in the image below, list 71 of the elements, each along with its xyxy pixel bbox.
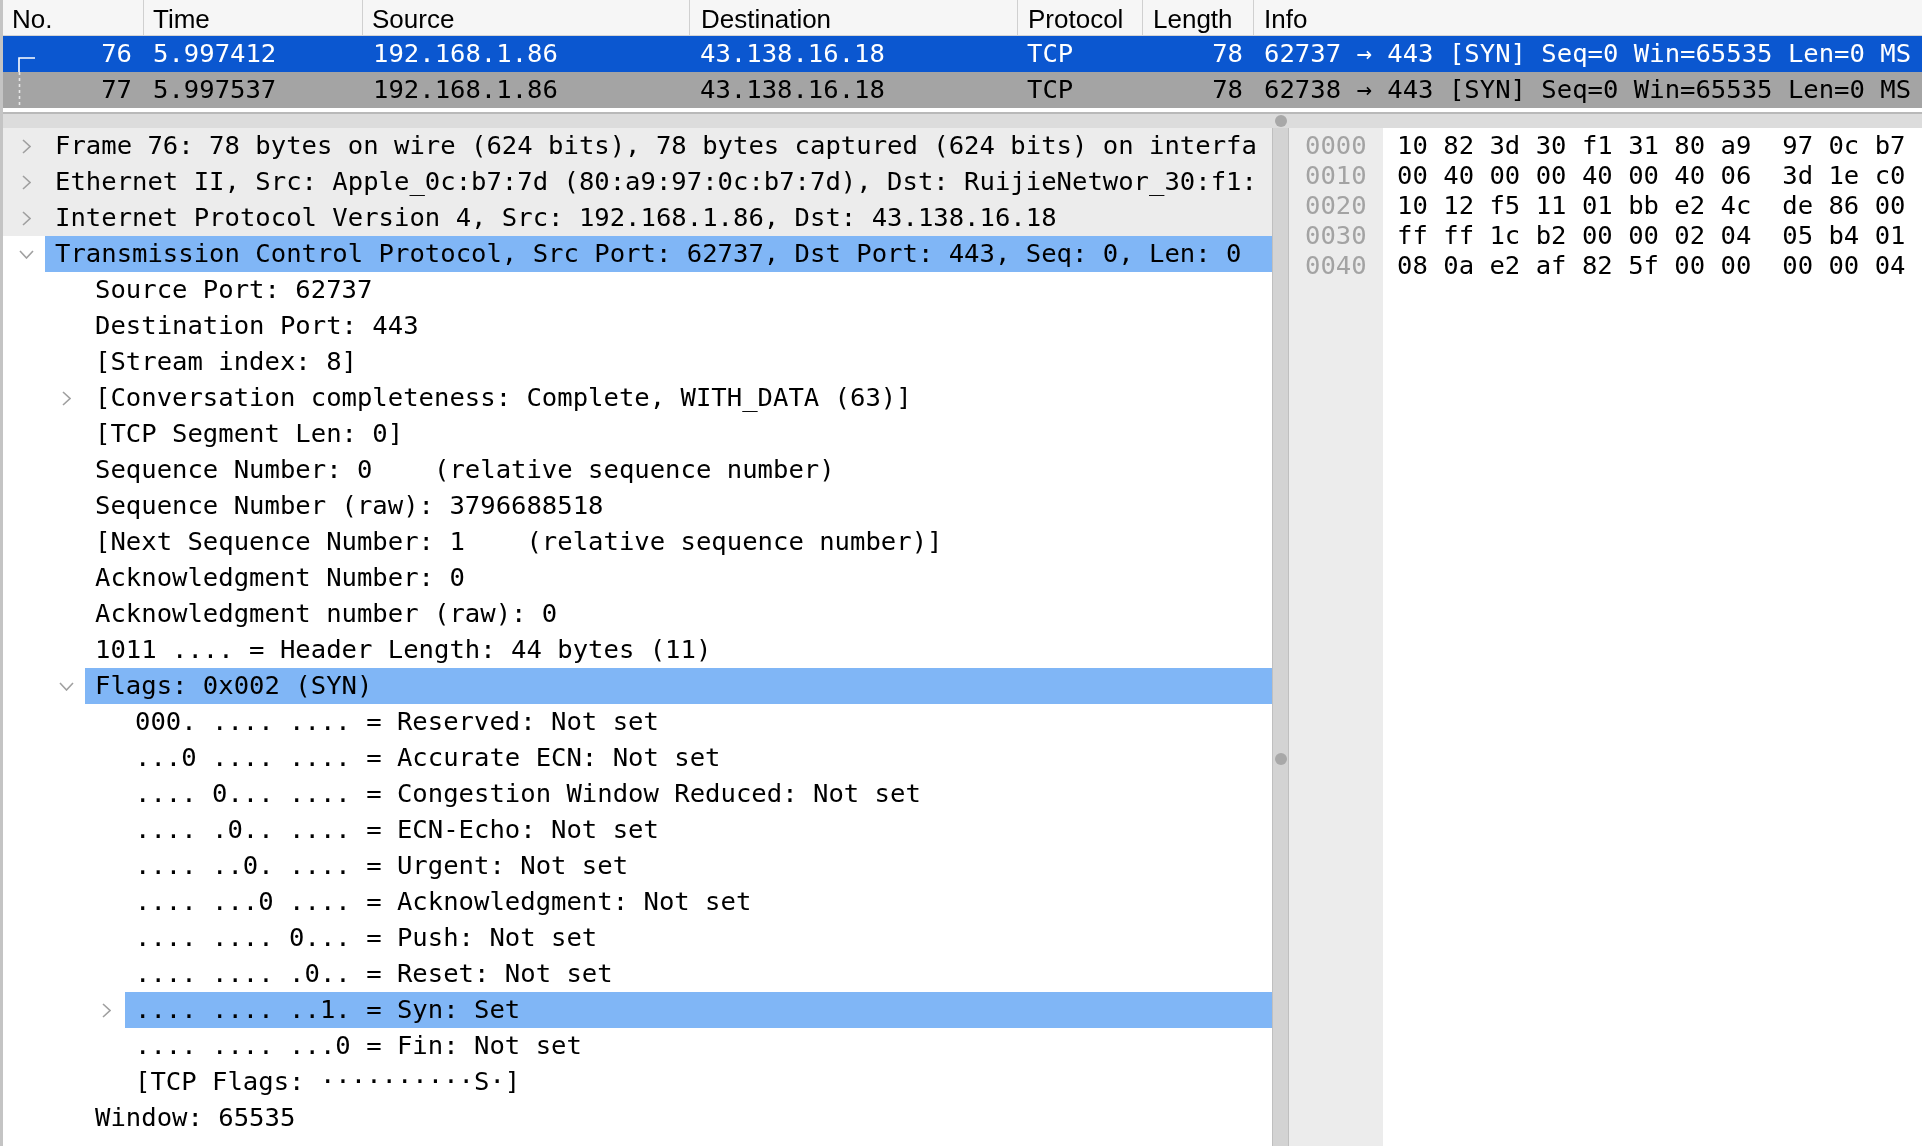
byte-offset: 0020 bbox=[1305, 193, 1367, 219]
chevron-right-icon[interactable] bbox=[61, 390, 71, 406]
table-cell: 78 bbox=[1212, 41, 1243, 67]
tree-item[interactable]: 1011 .... = Header Length: 44 bytes (11) bbox=[95, 632, 712, 668]
table-cell: 192.168.1.86 bbox=[373, 77, 558, 103]
byte-offset: 0010 bbox=[1305, 163, 1367, 189]
table-cell-text: 77 bbox=[101, 73, 132, 107]
column-header[interactable]: Source bbox=[362, 0, 689, 35]
tree-item[interactable]: Internet Protocol Version 4, Src: 192.168.1.86, Dst: 43.138.16.18 bbox=[55, 200, 1057, 236]
tree-item[interactable]: Sequence Number (raw): 3796688518 bbox=[95, 488, 604, 524]
table-cell: TCP bbox=[1027, 41, 1074, 67]
tree-item[interactable]: .... .0.. .... = ECN-Echo: Not set bbox=[135, 812, 659, 848]
table-cell: TCP bbox=[1027, 77, 1074, 103]
table-cell: 62738 → 443 [SYN] Seq=0 Win=65535 Len=0 MS bbox=[1264, 77, 1912, 103]
byte-offset: 0030 bbox=[1305, 223, 1367, 249]
chevron-down-icon[interactable] bbox=[18, 249, 34, 259]
tree-item[interactable]: Transmission Control Protocol, Src Port: 62737, Dst Port: 443, Seq: 0, Len: 0 bbox=[45, 236, 1272, 272]
packet-row[interactable]: 76 5.997412 192.168.1.86 43.138.16.18 TCP 78 62737 → 443 [SYN] Seq=0 Win=65535 Len=0 MS bbox=[3, 36, 1922, 72]
column-header[interactable]: Protocol bbox=[1017, 0, 1142, 35]
table-cell: 192.168.1.86 bbox=[373, 41, 558, 67]
pane-splitter[interactable] bbox=[1272, 128, 1289, 1146]
hex-bytes: 10 12 f5 11 01 bb e2 4c de 86 00 bbox=[1397, 193, 1906, 219]
table-cell: 5.997537 bbox=[153, 77, 277, 103]
tree-item[interactable]: .... .... ..1. = Syn: Set bbox=[125, 992, 1272, 1028]
dashed-line-icon bbox=[18, 72, 21, 108]
tree-item[interactable]: Acknowledgment number (raw): 0 bbox=[95, 596, 558, 632]
tree-item[interactable]: [TCP Flags: ··········S·] bbox=[135, 1064, 521, 1100]
chevron-right-icon[interactable] bbox=[21, 138, 31, 154]
tree-item[interactable]: ...0 .... .... = Accurate ECN: Not set bbox=[135, 740, 721, 776]
column-header[interactable]: No. bbox=[3, 0, 143, 35]
table-cell-text: 76 bbox=[101, 37, 132, 71]
tree-item[interactable]: Flags: 0x002 (SYN) bbox=[85, 668, 1272, 704]
pane-splitter[interactable] bbox=[3, 112, 1922, 128]
packet-row[interactable]: 77 5.997537 192.168.1.86 43.138.16.18 TCP 78 62738 → 443 [SYN] Seq=0 Win=65535 Len=0 MS bbox=[3, 72, 1922, 108]
table-cell: 5.997412 bbox=[153, 41, 277, 67]
tree-item[interactable]: .... .... ...0 = Fin: Not set bbox=[135, 1028, 582, 1064]
tree-item[interactable]: .... ..0. .... = Urgent: Not set bbox=[135, 848, 629, 884]
tree-item[interactable]: Window: 65535 bbox=[95, 1100, 296, 1136]
hex-bytes: 10 82 3d 30 f1 31 80 a9 97 0c b7 bbox=[1397, 133, 1906, 159]
tree-item[interactable]: .... ...0 .... = Acknowledgment: Not set bbox=[135, 884, 752, 920]
byte-offset: 0000 bbox=[1305, 133, 1367, 159]
corner-bracket-icon bbox=[18, 57, 36, 72]
column-header[interactable]: Length bbox=[1142, 0, 1253, 35]
hex-bytes: 00 40 00 00 40 00 40 06 3d 1e c0 bbox=[1397, 163, 1906, 189]
tree-item[interactable]: [Conversation completeness: Complete, WITH_DATA (63)] bbox=[95, 380, 912, 416]
table-cell: 78 bbox=[1212, 77, 1243, 103]
tree-item[interactable]: [TCP Segment Len: 0] bbox=[95, 416, 404, 452]
tree-item[interactable]: Source Port: 62737 bbox=[95, 272, 373, 308]
byte-offset: 0040 bbox=[1305, 253, 1367, 279]
tree-row[interactable]: Internet Protocol Version 4, Src: 192.168.1.86, Dst: 43.138.16.18 bbox=[3, 200, 1272, 236]
column-header[interactable]: Destination bbox=[689, 0, 1017, 35]
column-header[interactable]: Info bbox=[1253, 0, 1922, 35]
tree-item[interactable]: .... .... .0.. = Reset: Not set bbox=[135, 956, 613, 992]
table-cell: 43.138.16.18 bbox=[700, 77, 885, 103]
tree-item[interactable]: Destination Port: 443 bbox=[95, 308, 419, 344]
tree-item[interactable]: .... 0... .... = Congestion Window Reduced: Not set bbox=[135, 776, 921, 812]
table-cell: 43.138.16.18 bbox=[700, 41, 885, 67]
tree-item[interactable]: Acknowledgment Number: 0 bbox=[95, 560, 465, 596]
tree-item[interactable]: [Stream index: 8] bbox=[95, 344, 357, 380]
hex-bytes: ff ff 1c b2 00 00 02 04 05 b4 01 bbox=[1397, 223, 1906, 249]
tree-item[interactable]: .... .... 0... = Push: Not set bbox=[135, 920, 598, 956]
chevron-right-icon[interactable] bbox=[21, 174, 31, 190]
column-header[interactable]: Time bbox=[143, 0, 362, 35]
hex-bytes: 08 0a e2 af 82 5f 00 00 00 00 04 bbox=[1397, 253, 1906, 279]
tree-item[interactable]: 000. .... .... = Reserved: Not set bbox=[135, 704, 659, 740]
chevron-down-icon[interactable] bbox=[58, 681, 74, 691]
tree-item[interactable]: Sequence Number: 0 (relative sequence number) bbox=[95, 452, 835, 488]
table-cell: 62737 → 443 [SYN] Seq=0 Win=65535 Len=0 MS bbox=[1264, 41, 1912, 67]
chevron-right-icon[interactable] bbox=[21, 210, 31, 226]
chevron-right-icon[interactable] bbox=[101, 1002, 111, 1018]
tree-item[interactable]: [Next Sequence Number: 1 (relative sequence number)] bbox=[95, 524, 943, 560]
